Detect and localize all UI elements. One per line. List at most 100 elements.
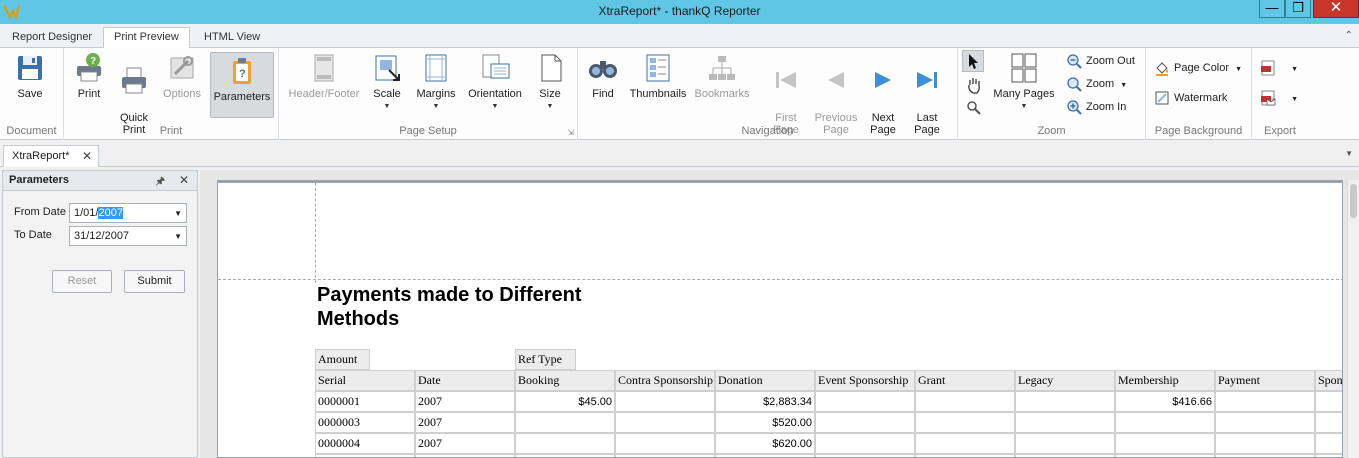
report-title: Payments made to Different Methods: [317, 284, 582, 330]
to-date-dropdown-icon[interactable]: ▼: [174, 232, 182, 241]
column-header: Serial: [315, 370, 415, 391]
zoom-in-button[interactable]: Zoom In: [1066, 97, 1126, 117]
parameters-button[interactable]: ? Parameters: [210, 52, 274, 118]
from-date-selected-text: 2007: [98, 207, 123, 219]
zoom-out-button[interactable]: Zoom Out: [1066, 51, 1135, 71]
thumbnails-label: Thumbnails: [629, 88, 687, 100]
zoom-button[interactable]: Zoom ▼: [1066, 74, 1127, 94]
document-tab-xtrareport[interactable]: XtraReport* ✕: [3, 145, 99, 167]
options-button[interactable]: Options: [160, 52, 204, 100]
export-dropdown-icon: ▼: [1291, 66, 1298, 73]
first-page-icon: [776, 72, 796, 88]
column-header: Contra Sponsorship: [615, 370, 715, 391]
collapse-ribbon-icon[interactable]: ⌃: [1345, 30, 1353, 41]
thumbnails-button[interactable]: Thumbnails: [628, 52, 688, 100]
close-panel-icon[interactable]: ✕: [179, 173, 189, 187]
zoom-icon: [1067, 77, 1082, 92]
hand-tool-button[interactable]: [964, 75, 984, 95]
many-pages-dropdown-icon: ▼: [1020, 103, 1028, 110]
group-zoom: Many Pages ▼ Zoom Out Zoom ▼ Zoom In Zoo…: [958, 48, 1146, 140]
from-date-input[interactable]: 1/01/2007 ▼: [69, 203, 187, 223]
ribbon-tabs: Report Designer Print Preview HTML View …: [0, 24, 1359, 49]
last-page-button[interactable]: Last Page: [910, 52, 944, 136]
many-pages-button[interactable]: Many Pages ▼: [992, 52, 1056, 113]
margins-button[interactable]: Margins ▼: [413, 52, 459, 113]
table-cell: [915, 412, 1015, 433]
table-cell: [615, 391, 715, 412]
tab-report-designer[interactable]: Report Designer: [2, 28, 102, 48]
table-cell: [815, 391, 915, 412]
scale-button[interactable]: Scale ▼: [369, 52, 405, 113]
table-cell: [1315, 412, 1342, 433]
table-cell: [1015, 412, 1115, 433]
magnifier-tool-button[interactable]: [964, 98, 984, 118]
table-cell: [1215, 412, 1315, 433]
export-pdf-button[interactable]: ▼: [1260, 58, 1298, 78]
tab-html-view[interactable]: HTML View: [194, 28, 270, 48]
table-cell-empty: [1315, 454, 1342, 457]
scrollbar-thumb[interactable]: [1350, 184, 1357, 218]
column-header: Event Sponsorship: [815, 370, 915, 391]
bookmarks-tree-icon: [709, 56, 735, 80]
table-cell: [515, 412, 615, 433]
close-tab-icon[interactable]: ✕: [82, 149, 92, 163]
margins-label: Margins: [416, 88, 456, 100]
print-button[interactable]: ? Print: [72, 52, 106, 100]
tab-print-preview[interactable]: Print Preview: [103, 27, 190, 49]
orientation-label: Orientation: [468, 88, 522, 100]
column-header: Sponsorship: [1315, 370, 1342, 391]
from-date-dropdown-icon[interactable]: ▼: [174, 209, 182, 218]
watermark-label: Watermark: [1174, 92, 1228, 104]
bookmarks-button[interactable]: Bookmarks: [694, 52, 750, 100]
zoom-out-label: Zoom Out: [1086, 55, 1135, 67]
first-page-button[interactable]: First Page: [768, 52, 804, 136]
group-export: ▼ ▼ Export: [1252, 48, 1308, 140]
table-cell: [915, 433, 1015, 454]
pointer-tool-button[interactable]: [962, 50, 984, 72]
from-date-label: From Date: [14, 206, 66, 218]
print-label: Print: [77, 88, 101, 100]
many-pages-label: Many Pages: [993, 88, 1055, 100]
pin-icon[interactable]: 🖈: [156, 174, 165, 191]
tab-list-dropdown-icon[interactable]: ▼: [1345, 149, 1353, 158]
table-cell-empty: [715, 454, 815, 457]
page-setup-dialog-launcher-icon[interactable]: ⇲: [567, 128, 574, 137]
to-date-text: 31/12/2007: [74, 230, 130, 242]
zoom-in-label: Zoom In: [1086, 101, 1127, 113]
header-footer-button[interactable]: Header/Footer: [286, 52, 362, 100]
send-pdf-button[interactable]: ▼: [1260, 88, 1298, 108]
table-cell: [1315, 433, 1342, 454]
group-document: Save Document: [0, 48, 64, 140]
save-button[interactable]: Save: [10, 52, 50, 100]
vertical-scrollbar[interactable]: [1347, 180, 1359, 458]
orientation-icon: [482, 54, 510, 79]
orientation-button[interactable]: Orientation ▼: [465, 52, 525, 113]
ribbon: Save Document ? Print Quick Print Option…: [0, 48, 1359, 140]
previous-page-button[interactable]: Previous Page: [812, 52, 860, 136]
minimize-button[interactable]: —: [1259, 0, 1285, 18]
group-page-setup: Header/Footer Scale ▼ Margins ▼ Orientat…: [279, 48, 578, 140]
reset-button[interactable]: Reset: [52, 270, 112, 293]
zoom-dropdown-icon: ▼: [1120, 82, 1128, 89]
table-cell: [1015, 433, 1115, 454]
table-cell: 2007: [415, 433, 515, 454]
column-header: Donation: [715, 370, 815, 391]
watermark-button[interactable]: Watermark: [1154, 88, 1227, 108]
margins-icon: [425, 54, 447, 82]
watermark-icon: [1155, 91, 1169, 105]
page-color-button[interactable]: Page Color ▼: [1154, 58, 1242, 78]
maximize-button[interactable]: ❐: [1285, 0, 1311, 18]
table-cell-empty: [1015, 454, 1115, 457]
submit-button[interactable]: Submit: [124, 270, 185, 293]
find-button[interactable]: Find: [586, 52, 620, 100]
close-button[interactable]: ✕: [1313, 0, 1359, 18]
hand-icon: [968, 78, 980, 94]
orientation-dropdown-icon: ▼: [491, 103, 499, 110]
group-header-amount: Amount: [315, 349, 370, 370]
quick-print-button[interactable]: Quick Print: [114, 52, 154, 136]
table-cell-empty: [915, 454, 1015, 457]
next-page-button[interactable]: Next Page: [866, 52, 900, 136]
size-button[interactable]: Size ▼: [535, 52, 565, 113]
to-date-input[interactable]: 31/12/2007 ▼: [69, 226, 187, 246]
previous-page-icon: [828, 72, 844, 88]
